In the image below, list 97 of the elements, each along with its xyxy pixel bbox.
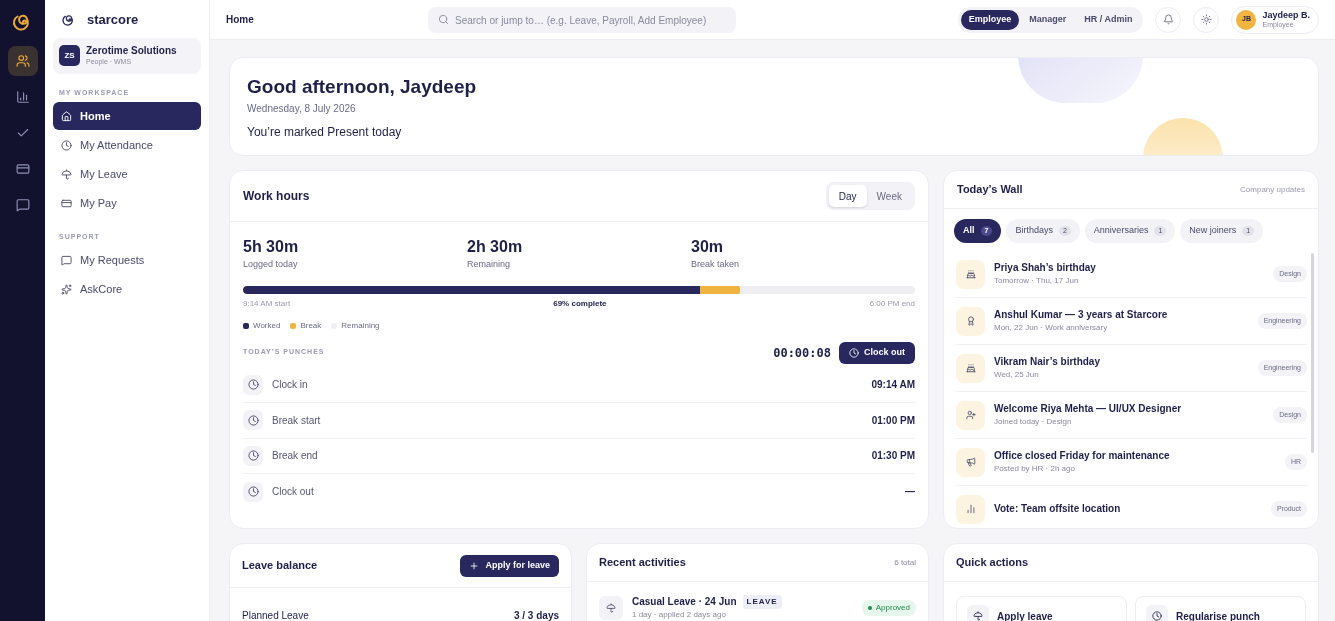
- user-name: Jaydeep B.: [1262, 9, 1310, 20]
- leave-type: Planned Leave: [242, 609, 309, 621]
- nav-icon: [15, 162, 30, 176]
- wall-item-icon: [956, 494, 985, 524]
- scrollbar[interactable]: [1311, 253, 1314, 453]
- nav-icon: [61, 139, 72, 151]
- nav-icon: [15, 198, 30, 212]
- card-title: Quick actions: [956, 555, 1029, 571]
- greeting-title: Good afternoon, Jaydeep: [247, 75, 477, 99]
- wall-item-title: Office closed Friday for maintenance: [994, 449, 1171, 463]
- sidebar-item[interactable]: Home: [53, 102, 201, 130]
- wall-item-title: Vikram Nair’s birthday: [994, 355, 1101, 369]
- wall-item-icon: [956, 353, 985, 383]
- wall-item-meta: Tomorrow · Thu, 17 Jun: [994, 275, 1080, 287]
- quick-action-button[interactable]: Regularise punch: [1135, 596, 1306, 621]
- breadcrumb: Home: [226, 13, 255, 27]
- nav-icon: [61, 255, 72, 266]
- wall-item-title: Vote: Team offsite location: [994, 502, 1122, 516]
- sidebar-item[interactable]: AskCore: [53, 275, 201, 304]
- bell-icon: [1162, 14, 1174, 25]
- wall-item-meta: Mon, 22 Jun · Work anniversary: [994, 322, 1109, 334]
- clock-icon: [243, 481, 263, 502]
- punch-time: 01:30 PM: [871, 449, 915, 464]
- activity-type-badge: LEAVE: [742, 594, 782, 609]
- role-tab[interactable]: Employee: [960, 9, 1020, 30]
- stat-value: 2h 30m: [467, 237, 524, 257]
- nav-icon: [15, 90, 30, 104]
- card-subtitle: Company updates: [1240, 183, 1305, 196]
- wall-item-icon: [956, 259, 985, 289]
- nav-icon: [15, 54, 30, 68]
- wall-item-icon: [956, 400, 985, 430]
- wall-item-title: Welcome Riya Mehta — UI/UX Designer: [994, 402, 1183, 416]
- wall-item-icon: [956, 447, 985, 477]
- punch-label: Clock out: [272, 485, 315, 500]
- punch-label: Clock in: [272, 378, 309, 393]
- card-title: Today’s Wall: [957, 182, 1023, 198]
- wall-item-meta: Wed, 25 Jun: [994, 369, 1040, 381]
- sidebar-item[interactable]: My Pay: [53, 189, 201, 217]
- clock-out-button[interactable]: Clock out: [839, 341, 915, 364]
- wall-item-meta: Joined today · Design: [994, 416, 1073, 428]
- stat-value: 30m: [691, 237, 725, 257]
- nav-icon: [15, 126, 30, 140]
- attendance-status: You’re marked Present today: [247, 124, 403, 141]
- search-icon: [438, 14, 449, 25]
- punch-time: 09:14 AM: [871, 378, 915, 393]
- legend-label: Worked: [253, 319, 281, 332]
- search-field[interactable]: Search or jump to… (e.g. Leave, Payroll, Add Employee): [428, 7, 736, 33]
- role-tab[interactable]: HR / Admin: [1076, 9, 1141, 30]
- card-title: Work hours: [243, 188, 310, 205]
- punch-time: 01:00 PM: [871, 413, 915, 428]
- sidebar-item[interactable]: My Leave: [53, 160, 201, 188]
- nav-icon: [61, 168, 72, 180]
- leave-days: 3 / 3 days: [513, 608, 559, 621]
- punch-time: —: [905, 485, 915, 500]
- legend-label: Break: [300, 319, 322, 332]
- start-time: 9:14 AM start: [243, 297, 291, 310]
- wall-item-icon: [956, 306, 985, 336]
- org-avatar: ZS: [59, 45, 80, 67]
- activity-count: 6 total: [894, 556, 916, 569]
- nav-icon: [61, 284, 72, 295]
- clock-icon: [243, 410, 263, 431]
- card-title: Recent activities: [599, 555, 686, 571]
- plus-icon: [469, 560, 480, 571]
- wall-item-title: Priya Shah’s birthday: [994, 261, 1097, 275]
- punch-label: Break end: [272, 449, 319, 464]
- end-time: 6:00 PM end: [869, 297, 915, 310]
- sun-icon: [1200, 14, 1212, 25]
- rail-nav-button[interactable]: [7, 46, 38, 76]
- clock-icon: [243, 374, 263, 395]
- sidebar-item[interactable]: My Attendance: [53, 131, 201, 159]
- sidebar-item[interactable]: My Requests: [53, 246, 201, 275]
- card-title: Leave balance: [242, 558, 318, 574]
- completion-percent: 69% complete: [553, 297, 607, 310]
- legend-label: Remaining: [341, 319, 380, 332]
- wall-item-title: Anshul Kumar — 3 years at Starcore: [994, 308, 1169, 322]
- greeting-date: Wednesday, 8 July 2026: [247, 102, 357, 116]
- org-name: Zerotime Solutions: [86, 44, 177, 57]
- activity-meta: 1 day · applied 2 days ago: [632, 609, 727, 621]
- clock-icon: [243, 445, 263, 466]
- timer: 00:00:08: [773, 344, 831, 362]
- clock-icon: [849, 347, 859, 358]
- stat-value: 5h 30m: [243, 237, 300, 257]
- nav-icon: [61, 197, 72, 209]
- role-tab[interactable]: Manager: [1021, 9, 1075, 30]
- quick-action-button[interactable]: Apply leave: [956, 596, 1127, 621]
- brand-name: starcore: [87, 11, 139, 30]
- period-tab[interactable]: Week: [866, 185, 912, 207]
- stat-label: Logged today: [243, 258, 299, 271]
- punch-label: Break start: [272, 413, 322, 428]
- period-tab[interactable]: Day: [828, 185, 867, 207]
- status-badge: Approved: [861, 599, 916, 616]
- wall-item-meta: Posted by HR · 2h ago: [994, 463, 1076, 475]
- stat-label: Remaining: [467, 258, 512, 271]
- activity-title: Casual Leave · 24 Jun: [632, 595, 737, 609]
- nav-icon: [61, 110, 72, 122]
- apply-for-leave-button[interactable]: Apply for leave: [460, 554, 559, 577]
- stat-label: Break taken: [691, 258, 741, 271]
